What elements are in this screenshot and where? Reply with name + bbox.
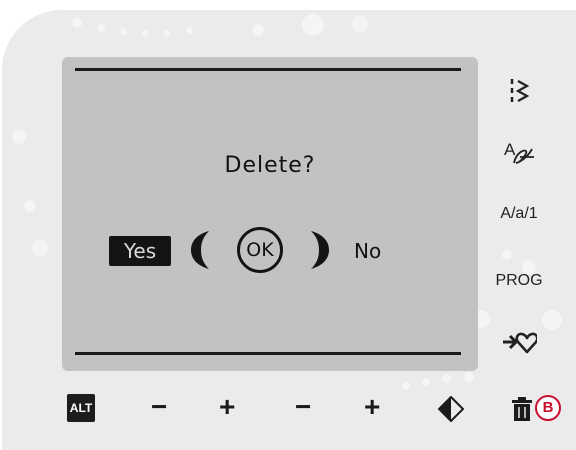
stitch-menu-icon <box>510 79 530 102</box>
right-arrow-icon[interactable] <box>309 229 333 271</box>
stitch-menu-button[interactable] <box>484 76 554 113</box>
delete-prompt: Delete? <box>224 153 316 178</box>
plus-button-2[interactable]: + <box>364 393 380 421</box>
save-to-favorites-icon <box>503 332 539 354</box>
yes-option[interactable]: Yes <box>109 236 171 266</box>
no-option[interactable]: No <box>354 236 381 266</box>
lcd-bottom-rule <box>75 352 461 355</box>
ok-button[interactable]: OK <box>237 227 283 273</box>
svg-text:A: A <box>504 140 516 159</box>
delete-button[interactable] <box>511 396 533 427</box>
mirror-button[interactable] <box>437 395 465 427</box>
font-menu-button[interactable]: A <box>484 137 554 174</box>
favorites-button[interactable] <box>484 328 554 361</box>
mirror-icon <box>437 395 465 423</box>
lcd-top-rule <box>75 68 461 71</box>
minus-button-1[interactable]: − <box>151 393 167 421</box>
callout-b-badge: B <box>535 395 561 421</box>
lcd-screen: Delete? Yes OK No <box>62 57 478 371</box>
left-arrow-icon[interactable] <box>187 229 211 271</box>
plus-button-1[interactable]: + <box>219 393 235 421</box>
minus-button-2[interactable]: − <box>295 393 311 421</box>
prog-button[interactable]: PROG <box>484 272 554 290</box>
alt-button[interactable]: ALT <box>67 394 95 422</box>
font-menu-icon: A <box>504 140 534 164</box>
trash-icon <box>512 397 532 421</box>
case-select-button[interactable]: A/a/1 <box>484 205 554 223</box>
